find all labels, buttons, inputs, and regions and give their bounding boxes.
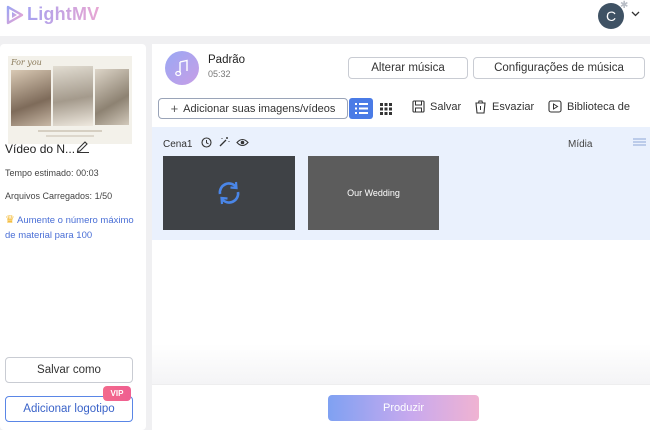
clear-label: Esvaziar (492, 101, 535, 113)
thumbnail-title: For you (11, 58, 42, 67)
trash-icon (475, 100, 486, 114)
estimated-time-label: Tempo estimado: (5, 168, 74, 178)
crown-icon: ♛ (5, 214, 15, 226)
change-music-button[interactable]: Alterar música (348, 57, 468, 79)
top-bar: LightMV C ✱ (0, 0, 650, 36)
save-label: Salvar (430, 100, 462, 113)
list-icon (354, 103, 368, 114)
uploaded-files-value: 1/50 (94, 191, 113, 201)
logo-text: LightMV (27, 4, 100, 24)
list-view-toggle[interactable] (349, 98, 373, 119)
thumbnail-photo (11, 70, 51, 126)
save-as-button[interactable]: Salvar como (5, 357, 133, 383)
clear-tool[interactable]: Esvaziar (474, 100, 534, 114)
logo-icon (6, 5, 24, 24)
clock-icon[interactable] (201, 136, 212, 148)
library-label: Biblioteca de (567, 100, 630, 113)
music-duration: 05:32 (208, 69, 231, 79)
music-settings-button[interactable]: Configurações de música (473, 57, 645, 79)
estimated-time: Tempo estimado: 00:03 (5, 168, 99, 178)
save-tool[interactable]: Salvar (412, 100, 461, 113)
plus-icon: + (170, 101, 179, 116)
grid-view-toggle[interactable] (374, 98, 398, 119)
loading-icon (218, 181, 240, 205)
clip-title-text: Our Wedding (347, 188, 400, 198)
bottom-bar: Produzir (152, 384, 650, 430)
library-icon (548, 100, 562, 113)
scene-tools (201, 136, 249, 148)
editor-main: Padrão 05:32 Alterar música Configuraçõe… (152, 44, 650, 430)
scene-clip-loading[interactable] (163, 156, 295, 230)
library-tool[interactable]: Biblioteca de (548, 100, 630, 113)
thumbnail-caption-line (38, 130, 102, 132)
project-sidebar: For you Vídeo do N... Tempo estimado: 00… (0, 44, 146, 430)
thumbnail-photo (53, 66, 93, 126)
uploaded-files: Arquivos Carregados: 1/50 (5, 191, 112, 201)
thumbnail-photo (95, 69, 129, 125)
media-label: Mídia (568, 139, 593, 150)
drag-handle-icon[interactable] (633, 138, 646, 146)
project-name: Vídeo do N... (5, 142, 76, 156)
upgrade-link[interactable]: ♛ Aumente o número máximo de material pa… (5, 213, 143, 243)
music-title: Padrão (208, 54, 246, 66)
grid-icon (380, 102, 392, 115)
uploaded-files-label: Arquivos Carregados: (5, 191, 93, 201)
scene-clip-title[interactable]: Our Wedding (308, 156, 439, 230)
chevron-down-icon[interactable] (631, 11, 640, 17)
save-icon (412, 100, 425, 113)
workspace-fade (152, 344, 650, 384)
template-thumbnail[interactable]: For you (8, 56, 132, 144)
vip-badge: VIP (103, 386, 131, 401)
scene-track: Cena1 Mídia Our Wedding (152, 127, 650, 240)
pencil-icon[interactable] (76, 139, 90, 153)
add-media-label: Adicionar suas imagens/vídeos (183, 102, 336, 115)
music-note-icon (165, 51, 199, 85)
eye-icon[interactable] (236, 138, 249, 147)
scene-label: Cena1 (163, 139, 193, 150)
upgrade-text: Aumente o número máximo de material para… (5, 215, 134, 241)
add-media-button[interactable]: + Adicionar suas imagens/vídeos (158, 98, 348, 119)
thumbnail-caption-line (46, 135, 94, 137)
produce-button[interactable]: Produzir (328, 395, 479, 421)
magic-wand-icon[interactable] (218, 136, 230, 148)
estimated-time-value: 00:03 (76, 168, 99, 178)
app-logo[interactable]: LightMV (6, 4, 99, 25)
gear-icon: ✱ (620, 0, 629, 11)
